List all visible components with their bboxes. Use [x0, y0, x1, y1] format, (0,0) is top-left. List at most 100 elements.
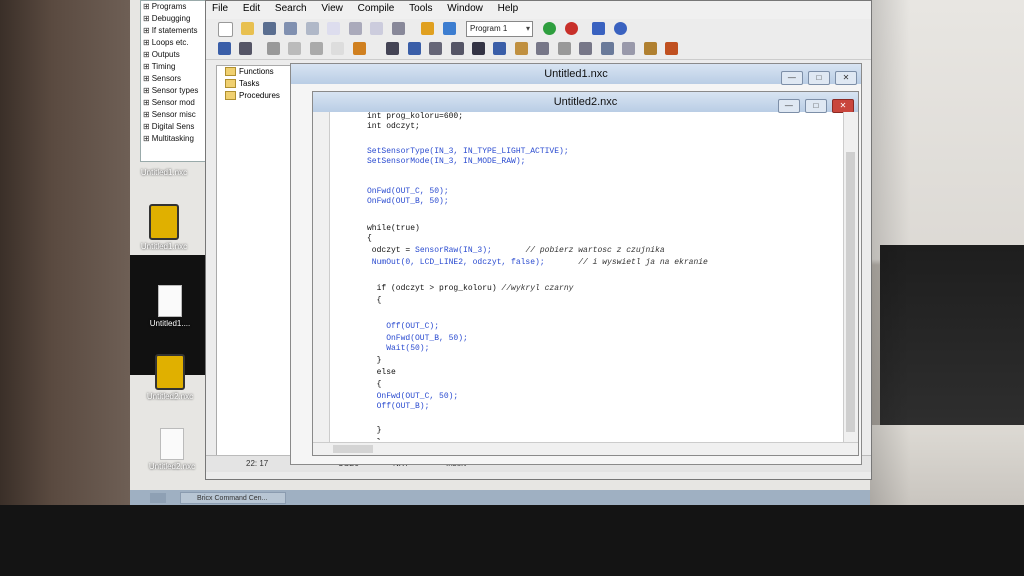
code-line[interactable]: {	[367, 234, 372, 244]
stop-icon[interactable]	[564, 22, 578, 35]
code-line[interactable]: {	[367, 296, 382, 306]
editor-window-untitled2[interactable]: Untitled2.nxc — □ ✕ int prog_koloru=600;…	[312, 91, 859, 456]
direct-control-icon[interactable]	[386, 42, 400, 55]
code-line[interactable]: Wait(50);	[367, 344, 429, 354]
help-icon[interactable]	[592, 22, 606, 35]
macro-icon[interactable]	[352, 42, 366, 55]
piano-icon[interactable]	[450, 42, 464, 55]
tree-item[interactable]: ⊞ Multitasking	[141, 133, 209, 145]
code-line[interactable]: }	[367, 438, 382, 440]
remote-icon[interactable]	[600, 42, 614, 55]
code-line[interactable]: }	[367, 356, 382, 366]
code-line[interactable]: odczyt = SensorRaw(IN_3); // pobierz war…	[367, 246, 665, 256]
horizontal-scrollbar[interactable]	[313, 442, 858, 455]
replace-icon[interactable]	[391, 22, 405, 35]
code-line[interactable]: OnFwd(OUT_C, 50);	[367, 392, 459, 402]
code-line[interactable]: int prog_koloru=600;	[367, 112, 463, 122]
code-explorer-item[interactable]: Tasks	[217, 78, 295, 90]
tree-item[interactable]: ⊞ Sensor mod	[141, 97, 209, 109]
menu-help[interactable]: Help	[492, 1, 525, 16]
code-line[interactable]: OnFwd(OUT_B, 50);	[367, 334, 468, 344]
tree-item[interactable]: ⊞ Sensor types	[141, 85, 209, 97]
new-file-icon[interactable]	[218, 22, 233, 37]
spy-icon[interactable]	[622, 42, 636, 55]
paste-icon[interactable]	[309, 42, 323, 55]
cut-icon[interactable]	[266, 42, 280, 55]
desktop-icon[interactable]: Untitled1.nxc	[134, 204, 194, 251]
code-line[interactable]: }	[367, 426, 382, 436]
find-icon[interactable]	[370, 22, 384, 35]
print-icon[interactable]	[327, 22, 341, 35]
program-select[interactable]: Program 1 ▾	[465, 21, 533, 37]
menu-edit[interactable]: Edit	[237, 1, 266, 16]
delete-icon[interactable]	[331, 42, 345, 55]
run-icon[interactable]	[543, 22, 557, 35]
code-line[interactable]: Off(OUT_C);	[367, 322, 439, 332]
info-icon[interactable]	[613, 22, 627, 35]
print-preview-icon[interactable]	[348, 22, 362, 35]
window-titlebar[interactable]: Untitled1.nxc — □ ✕	[291, 64, 861, 85]
tree-item[interactable]: ⊞ Debugging	[141, 13, 209, 25]
tree-item[interactable]: ⊞ Timing	[141, 61, 209, 73]
open-folder-icon[interactable]	[241, 22, 255, 35]
menu-window[interactable]: Window	[441, 1, 489, 16]
desktop-icon[interactable]: Untitled1.nxc	[134, 166, 194, 177]
code-explorer-item[interactable]: Procedures	[217, 90, 295, 102]
code-line[interactable]: {	[367, 380, 382, 390]
save-icon[interactable]	[262, 22, 276, 35]
joystick-icon[interactable]	[471, 42, 485, 55]
code-explorer-item[interactable]: Functions	[217, 66, 295, 78]
menu-compile[interactable]: Compile	[352, 1, 401, 16]
watch-icon[interactable]	[429, 42, 443, 55]
minimize-button[interactable]: —	[780, 71, 803, 85]
close-file-icon[interactable]	[305, 22, 319, 35]
screen-icon[interactable]	[557, 42, 571, 55]
menu-search[interactable]: Search	[269, 1, 313, 16]
tools-icon[interactable]	[643, 42, 657, 55]
tree-item[interactable]: ⊞ Outputs	[141, 49, 209, 61]
messages-icon[interactable]	[579, 42, 593, 55]
settings-icon[interactable]	[665, 42, 679, 55]
copy-icon[interactable]	[288, 42, 302, 55]
tree-item[interactable]: ⊞ If statements	[141, 25, 209, 37]
code-line[interactable]: else	[367, 368, 396, 378]
desktop-icon[interactable]: Untitled1....	[140, 285, 200, 328]
menu-tools[interactable]: Tools	[403, 1, 438, 16]
code-line[interactable]: SetSensorMode(IN_3, IN_MODE_RAW);	[367, 157, 525, 167]
datalog-icon[interactable]	[514, 42, 528, 55]
code-line[interactable]: SetSensorType(IN_3, IN_TYPE_LIGHT_ACTIVE…	[367, 147, 569, 157]
code-line[interactable]: while(true)	[367, 224, 420, 234]
tree-item[interactable]: ⊞ Loops etc.	[141, 37, 209, 49]
close-button[interactable]: ✕	[832, 99, 854, 113]
compile-icon[interactable]	[421, 22, 435, 35]
tree-item[interactable]: ⊞ Sensors	[141, 73, 209, 85]
taskbar-item[interactable]: Bricx Command Cen...	[180, 492, 286, 504]
tree-item[interactable]: ⊞ Programs	[141, 1, 209, 13]
desktop-icon[interactable]: Untitled2.nxc	[142, 428, 202, 471]
start-button[interactable]	[150, 493, 166, 503]
menu-file[interactable]: File	[206, 1, 234, 16]
scrollbar-thumb[interactable]	[333, 445, 373, 453]
scrollbar-thumb[interactable]	[846, 152, 855, 432]
code-line[interactable]: Off(OUT_B);	[367, 402, 430, 412]
diagnostics-icon[interactable]	[407, 42, 421, 55]
tree-item[interactable]: ⊞ Digital Sens	[141, 121, 209, 133]
desktop-icon[interactable]: Untitled2.nxc	[140, 354, 200, 401]
code-editor[interactable]: int prog_koloru=600; int odczyt; SetSensor…	[333, 112, 841, 440]
explorer-icon[interactable]	[536, 42, 550, 55]
vertical-scrollbar[interactable]	[843, 112, 858, 442]
brick-icon[interactable]	[218, 42, 231, 55]
save-all-icon[interactable]	[284, 22, 298, 35]
download-icon[interactable]	[442, 22, 456, 35]
maximize-button[interactable]: □	[807, 71, 830, 85]
window-titlebar[interactable]: Untitled2.nxc — □ ✕	[313, 92, 858, 113]
tree-item[interactable]: ⊞ Sensor misc	[141, 109, 209, 121]
code-line[interactable]: OnFwd(OUT_B, 50);	[367, 197, 449, 207]
close-button[interactable]: ✕	[835, 71, 857, 85]
menu-view[interactable]: View	[315, 1, 349, 16]
code-line[interactable]: NumOut(0, LCD_LINE2, odczyt, false); // …	[367, 258, 708, 268]
code-line[interactable]: int odczyt;	[367, 122, 420, 132]
disconnect-icon[interactable]	[239, 42, 253, 55]
memory-map-icon[interactable]	[493, 42, 507, 55]
code-line[interactable]: OnFwd(OUT_C, 50);	[367, 187, 449, 197]
